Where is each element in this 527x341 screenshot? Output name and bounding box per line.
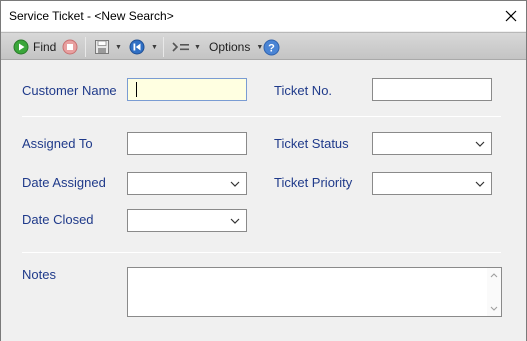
chevron-down-icon bbox=[230, 218, 240, 224]
save-icon bbox=[95, 40, 109, 54]
form-content: Customer Name Ticket No. Assigned To Tic… bbox=[1, 61, 526, 341]
section-divider bbox=[22, 252, 501, 253]
section-divider bbox=[22, 116, 501, 117]
play-icon bbox=[13, 39, 29, 55]
stop-button[interactable] bbox=[62, 36, 78, 58]
save-button[interactable]: ▼ bbox=[94, 36, 122, 58]
date-assigned-label: Date Assigned bbox=[22, 175, 106, 190]
chevron-down-icon bbox=[475, 181, 485, 187]
customer-name-label: Customer Name bbox=[22, 83, 117, 98]
service-ticket-window: Service Ticket - <New Search> Find ▼ ▼ ▼… bbox=[0, 0, 527, 341]
toolbar: Find ▼ ▼ ▼ Options ▼ ? bbox=[1, 32, 526, 60]
ticket-no-field[interactable] bbox=[372, 78, 492, 101]
ticket-priority-select[interactable] bbox=[372, 172, 492, 195]
indent-button[interactable]: ▼ bbox=[172, 36, 201, 58]
toolbar-separator bbox=[163, 37, 164, 57]
assigned-to-field[interactable] bbox=[127, 132, 247, 155]
help-button[interactable]: ? bbox=[263, 36, 280, 58]
navigate-button[interactable]: ▼ bbox=[129, 36, 158, 58]
window-title: Service Ticket - <New Search> bbox=[9, 9, 174, 23]
chevron-down-icon: ▼ bbox=[115, 43, 122, 51]
ticket-priority-label: Ticket Priority bbox=[274, 175, 353, 190]
chevron-down-icon bbox=[230, 181, 240, 187]
help-icon: ? bbox=[263, 39, 280, 55]
notes-label: Notes bbox=[22, 267, 56, 282]
chevron-down-icon: ▼ bbox=[194, 43, 201, 51]
notes-textarea[interactable] bbox=[127, 267, 502, 317]
ticket-status-label: Ticket Status bbox=[274, 136, 349, 151]
stop-icon bbox=[62, 39, 78, 55]
chevron-up-icon bbox=[490, 273, 498, 278]
rewind-icon bbox=[129, 39, 145, 55]
chevron-down-icon: ▼ bbox=[151, 43, 158, 51]
close-icon bbox=[505, 10, 517, 22]
date-assigned-select[interactable] bbox=[127, 172, 247, 195]
options-button[interactable]: Options ▼ bbox=[209, 36, 263, 58]
chevron-down-icon bbox=[490, 306, 498, 311]
ticket-no-label: Ticket No. bbox=[274, 83, 333, 98]
find-label: Find bbox=[33, 40, 57, 54]
text-cursor bbox=[136, 82, 137, 97]
title-bar: Service Ticket - <New Search> bbox=[1, 1, 526, 31]
date-closed-select[interactable] bbox=[127, 209, 247, 232]
toolbar-separator bbox=[85, 37, 86, 57]
chevron-down-icon bbox=[475, 141, 485, 147]
date-closed-label: Date Closed bbox=[22, 212, 94, 227]
close-button[interactable] bbox=[496, 1, 526, 31]
assigned-to-label: Assigned To bbox=[22, 136, 93, 151]
options-label: Options bbox=[209, 40, 251, 54]
svg-text:?: ? bbox=[268, 42, 275, 54]
customer-name-field[interactable] bbox=[127, 78, 247, 101]
ticket-status-select[interactable] bbox=[372, 132, 492, 155]
notes-scrollbar[interactable] bbox=[487, 268, 501, 316]
indent-icon bbox=[172, 42, 189, 52]
find-button[interactable]: Find bbox=[13, 36, 56, 58]
